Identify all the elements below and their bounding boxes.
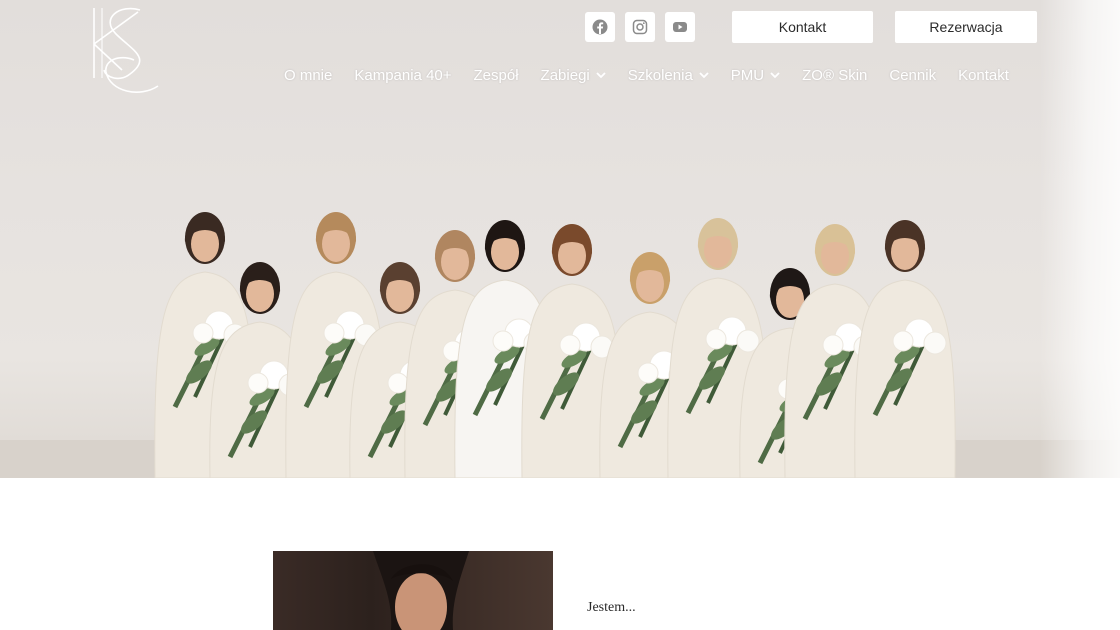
- nav-label: O mnie: [284, 66, 333, 84]
- nav-item-pmu[interactable]: PMU: [731, 67, 780, 84]
- nav-label: Cennik: [889, 66, 937, 84]
- chevron-down-icon: [596, 72, 606, 79]
- facebook-button[interactable]: [585, 12, 615, 42]
- about-intro: Jestem...: [587, 600, 636, 615]
- nav-item-kampania[interactable]: Kampania 40+: [354, 67, 451, 84]
- nav-label: Zabiegi: [540, 66, 590, 84]
- nav-item-kontakt[interactable]: Kontakt: [958, 67, 1009, 84]
- owner-portrait: [273, 551, 553, 630]
- nav-label: Kontakt: [958, 66, 1009, 84]
- nav-label: Kampania 40+: [354, 66, 452, 84]
- kontakt-button[interactable]: Kontakt: [732, 11, 873, 43]
- youtube-icon: [673, 22, 687, 32]
- youtube-button[interactable]: [665, 12, 695, 42]
- chevron-down-icon: [770, 72, 780, 79]
- chevron-down-icon: [699, 72, 709, 79]
- nav-item-zabiegi[interactable]: Zabiegi: [541, 67, 606, 84]
- nav-label: ZO® Skin: [802, 66, 868, 84]
- nav-item-zespol[interactable]: Zespół: [474, 67, 519, 84]
- nav-label: Zespół: [473, 66, 519, 84]
- facebook-icon: [592, 19, 608, 35]
- rezerwacja-button[interactable]: Rezerwacja: [895, 11, 1037, 43]
- logo[interactable]: [80, 0, 164, 96]
- nav-item-o-mnie[interactable]: O mnie: [284, 67, 332, 84]
- curtain-light: [1040, 0, 1120, 478]
- nav-label: PMU: [730, 66, 765, 84]
- nav-item-zo-skin[interactable]: ZO® Skin: [802, 67, 867, 84]
- nav-item-cennik[interactable]: Cennik: [889, 67, 936, 84]
- main-nav: O mnie Kampania 40+ Zespół Zabiegi Szkol…: [284, 64, 1009, 86]
- nav-label: Szkolenia: [627, 66, 693, 84]
- instagram-icon: [632, 19, 648, 35]
- nav-item-szkolenia[interactable]: Szkolenia: [628, 67, 709, 84]
- instagram-button[interactable]: [625, 12, 655, 42]
